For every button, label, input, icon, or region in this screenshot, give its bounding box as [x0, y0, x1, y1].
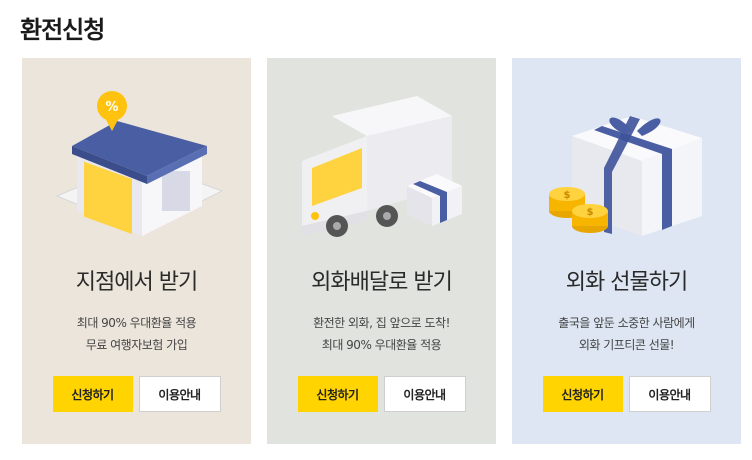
- bank-building-icon: %: [55, 91, 224, 236]
- desc-line: 출국을 앞둔 소중한 사람에게: [558, 316, 695, 330]
- desc-line: 외화 기프티콘 선물!: [578, 338, 675, 352]
- card-description: 출국을 앞둔 소중한 사람에게 외화 기프티콘 선물!: [512, 312, 741, 356]
- card-title: 외화 선물하기: [565, 270, 688, 295]
- card-description: 최대 90% 우대환율 적용 무료 여행자보험 가입: [22, 312, 251, 356]
- card-title: 지점에서 받기: [75, 270, 198, 295]
- card-branch-pickup: % 지점에서 받기 최대 90% 우대환율 적용 무료 여행자보험 가입 신청하…: [22, 58, 251, 444]
- guide-button[interactable]: 이용안내: [138, 376, 221, 412]
- desc-line: 최대 90% 우대환율 적용: [76, 316, 197, 330]
- apply-button[interactable]: 신청하기: [52, 376, 133, 412]
- svg-text:$: $: [587, 207, 594, 218]
- card-title: 외화배달로 받기: [311, 270, 453, 295]
- desc-line: 최대 90% 우대환율 적용: [321, 338, 442, 352]
- delivery-truck-icon: [302, 96, 462, 237]
- card-gift: $ $ 외화 선물하기 출국을 앞둔 소중한 사람에게 외화 기프티콘 선물! …: [512, 58, 741, 444]
- exchange-option-cards: % 지점에서 받기 최대 90% 우대환율 적용 무료 여행자보험 가입 신청하…: [22, 58, 741, 444]
- card-delivery: 외화배달로 받기 환전한 외화, 집 앞으로 도착! 최대 90% 우대환율 적…: [267, 58, 496, 444]
- svg-text:$: $: [564, 190, 571, 201]
- page-title: 환전신청: [20, 16, 105, 44]
- gift-box-icon: $ $: [549, 116, 702, 236]
- card-description: 환전한 외화, 집 앞으로 도착! 최대 90% 우대환율 적용: [267, 312, 496, 356]
- desc-line: 무료 여행자보험 가입: [85, 338, 188, 352]
- svg-text:%: %: [105, 100, 118, 115]
- guide-button[interactable]: 이용안내: [383, 376, 466, 412]
- apply-button[interactable]: 신청하기: [542, 376, 623, 412]
- guide-button[interactable]: 이용안내: [628, 376, 711, 412]
- apply-button[interactable]: 신청하기: [297, 376, 378, 412]
- desc-line: 환전한 외화, 집 앞으로 도착!: [313, 316, 450, 330]
